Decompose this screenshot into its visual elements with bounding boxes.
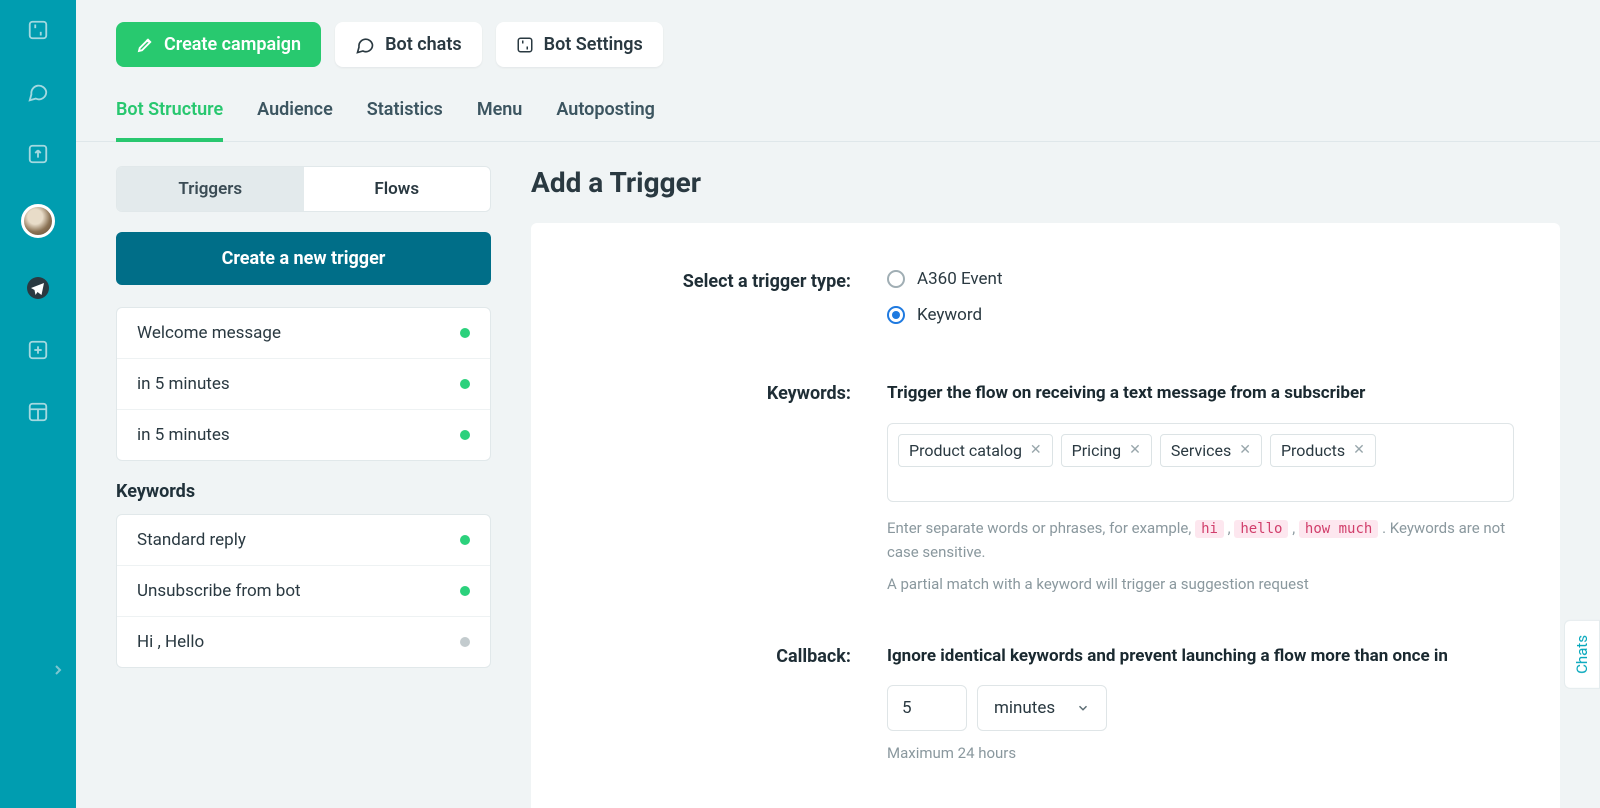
trigger-item[interactable]: in 5 minutes	[117, 358, 490, 409]
subtabs: Triggers Flows	[116, 166, 491, 212]
bot-chats-button[interactable]: Bot chats	[335, 22, 482, 67]
trigger-item[interactable]: in 5 minutes	[117, 409, 490, 460]
status-dot	[460, 430, 470, 440]
trigger-item-label: Standard reply	[137, 530, 246, 550]
sliders-icon[interactable]	[26, 18, 50, 42]
keyword-tag: Product catalog ✕	[898, 434, 1053, 467]
topbar: Create campaign Bot chats Bot Settings	[76, 0, 1600, 67]
avatar[interactable]	[21, 204, 55, 238]
main: Create campaign Bot chats Bot Settings B…	[76, 0, 1600, 808]
panel: Add a Trigger Select a trigger type: A36…	[531, 166, 1560, 808]
tag-text: Pricing	[1072, 441, 1122, 460]
callback-description: Ignore identical keywords and prevent la…	[887, 644, 1514, 670]
select-value: minutes	[994, 698, 1055, 718]
trigger-item-label: Hi , Hello	[137, 632, 204, 652]
trigger-list-2: Standard reply Unsubscribe from bot Hi ,…	[116, 514, 491, 668]
bot-settings-button[interactable]: Bot Settings	[496, 22, 663, 67]
chevron-right-icon[interactable]	[50, 662, 66, 678]
keywords-label: Keywords:	[577, 381, 887, 404]
radio-icon	[887, 306, 905, 324]
keyword-tag: Products ✕	[1270, 434, 1376, 467]
panel-title: Add a Trigger	[531, 166, 1560, 199]
trigger-type-label: Select a trigger type:	[577, 269, 887, 292]
settings-icon	[516, 36, 534, 54]
keywords-help-2: A partial match with a keyword will trig…	[887, 572, 1514, 596]
remove-tag-icon[interactable]: ✕	[1353, 442, 1365, 458]
left-rail	[0, 0, 76, 808]
keyword-tag: Pricing ✕	[1061, 434, 1152, 467]
trigger-item-label: Welcome message	[137, 323, 281, 343]
group-title-keywords: Keywords	[116, 481, 491, 502]
bot-chats-label: Bot chats	[385, 34, 462, 55]
status-dot	[460, 637, 470, 647]
keywords-help-1: Enter separate words or phrases, for exa…	[887, 516, 1514, 564]
subtab-triggers[interactable]: Triggers	[117, 167, 304, 211]
trigger-list-1: Welcome message in 5 minutes in 5 minute…	[116, 307, 491, 461]
tab-autoposting[interactable]: Autoposting	[556, 89, 655, 141]
radio-label: Keyword	[917, 305, 982, 325]
upload-icon[interactable]	[26, 142, 50, 166]
trigger-item[interactable]: Unsubscribe from bot	[117, 565, 490, 616]
tag-text: Product catalog	[909, 441, 1022, 460]
chat-icon[interactable]	[26, 80, 50, 104]
tab-menu[interactable]: Menu	[477, 89, 523, 141]
edit-icon	[136, 36, 154, 54]
chat-bubble-icon	[355, 35, 375, 55]
tab-bot-structure[interactable]: Bot Structure	[116, 89, 223, 142]
trigger-item-label: Unsubscribe from bot	[137, 581, 301, 601]
chats-widget-tab[interactable]: Chats	[1564, 620, 1600, 689]
bot-settings-label: Bot Settings	[544, 34, 643, 55]
tag-text: Services	[1171, 441, 1231, 460]
status-dot	[460, 379, 470, 389]
radio-icon	[887, 270, 905, 288]
tag-text: Products	[1281, 441, 1345, 460]
trigger-item[interactable]: Standard reply	[117, 515, 490, 565]
radio-label: A360 Event	[917, 269, 1003, 289]
tab-statistics[interactable]: Statistics	[367, 89, 443, 141]
callback-value-input[interactable]	[887, 685, 967, 731]
main-tabs: Bot Structure Audience Statistics Menu A…	[76, 67, 1600, 142]
create-trigger-button[interactable]: Create a new trigger	[116, 232, 491, 285]
keyword-tag: Services ✕	[1160, 434, 1262, 467]
trigger-item[interactable]: Hi , Hello	[117, 616, 490, 667]
layout-icon[interactable]	[26, 400, 50, 424]
callback-unit-select[interactable]: minutes	[977, 685, 1107, 731]
radio-keyword[interactable]: Keyword	[887, 305, 1514, 325]
callback-max-help: Maximum 24 hours	[887, 741, 1514, 765]
content: Triggers Flows Create a new trigger Welc…	[76, 142, 1600, 808]
tab-audience[interactable]: Audience	[257, 89, 333, 141]
create-campaign-label: Create campaign	[164, 34, 301, 55]
status-dot	[460, 535, 470, 545]
callback-label: Callback:	[577, 644, 887, 667]
keywords-input[interactable]: Product catalog ✕ Pricing ✕ Services ✕ Prod…	[887, 423, 1514, 502]
subtab-flows[interactable]: Flows	[304, 167, 491, 211]
chevron-down-icon	[1076, 701, 1090, 715]
sidepanel: Triggers Flows Create a new trigger Welc…	[116, 166, 491, 808]
keywords-description: Trigger the flow on receiving a text mes…	[887, 381, 1514, 407]
status-dot	[460, 586, 470, 596]
status-dot	[460, 328, 470, 338]
trigger-item-label: in 5 minutes	[137, 425, 230, 445]
remove-tag-icon[interactable]: ✕	[1129, 442, 1141, 458]
create-campaign-button[interactable]: Create campaign	[116, 22, 321, 67]
telegram-icon[interactable]	[26, 276, 50, 300]
add-box-icon[interactable]	[26, 338, 50, 362]
remove-tag-icon[interactable]: ✕	[1030, 442, 1042, 458]
remove-tag-icon[interactable]: ✕	[1239, 442, 1251, 458]
card: Select a trigger type: A360 Event Keywor…	[531, 223, 1560, 808]
trigger-item-label: in 5 minutes	[137, 374, 230, 394]
radio-a360-event[interactable]: A360 Event	[887, 269, 1514, 289]
trigger-item[interactable]: Welcome message	[117, 308, 490, 358]
